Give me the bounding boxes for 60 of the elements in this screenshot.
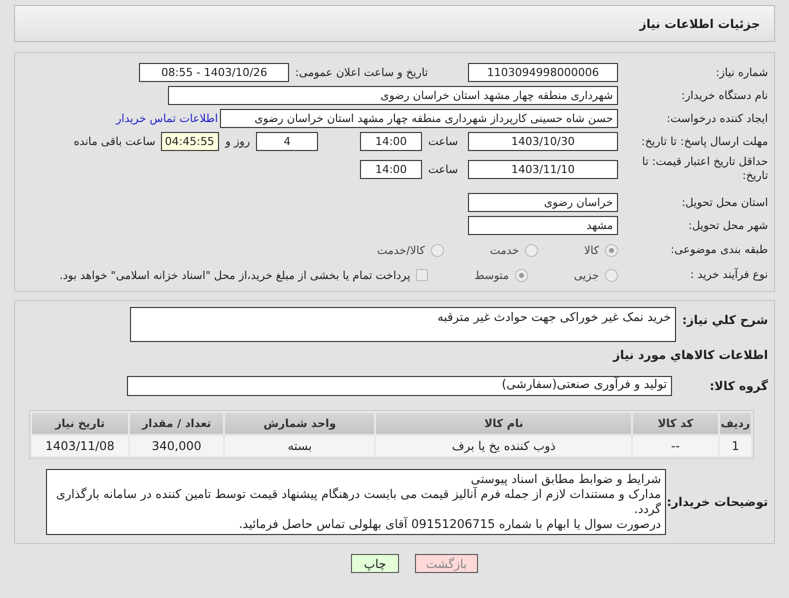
field-label: گروه کالا: <box>708 379 769 393</box>
goods-group-field: تولید و فرآوری صنعتی(سفارشی) <box>127 376 672 396</box>
column-header: نام کالا <box>376 413 632 434</box>
checkbox[interactable] <box>416 269 428 281</box>
description-field: خرید نمک غیر خوراکی جهت حوادث غیر مترقبه <box>130 307 676 342</box>
field-label: ساعت <box>428 162 458 176</box>
print-button[interactable]: چاپ <box>351 554 399 573</box>
remaining-time-field: 04:45:55 <box>161 132 220 151</box>
time-field: 14:00 <box>360 132 422 151</box>
field-label: حداقل تاریخ اعتبار قیمت: تا تاریخ: <box>641 155 769 183</box>
buyer-org-field: شهرداری منطقه چهار مشهد استان خراسان رضوی <box>168 86 618 105</box>
table-cell: بسته <box>225 436 374 456</box>
page-title: جزئیات اطلاعات نیاز <box>639 16 760 30</box>
radio-button[interactable] <box>525 244 538 256</box>
field-label: ساعت <box>428 135 458 148</box>
field-label: نوع فرآیند خرید : <box>689 268 769 282</box>
requester-field: حسن شاه حسینی کارپرداز شهرداری منطقه چهار مشهد استان خراسان رضوی <box>220 109 618 128</box>
field-label: تاریخ و ساعت اعلان عمومی: <box>295 66 428 79</box>
contact-link[interactable]: اطلاعات تماس خریدار <box>116 112 218 125</box>
field-label: طبقه بندی موضوعی: <box>670 243 769 257</box>
field-label: ساعت باقی مانده <box>74 135 156 148</box>
city-field: مشهد <box>468 216 618 235</box>
field-label: استان محل تحویل: <box>680 196 769 210</box>
table-cell: 1 <box>720 436 751 456</box>
field-label: مهلت ارسال پاسخ: تا تاریخ: <box>640 134 769 148</box>
field-label: توضیحات خریدار: <box>668 495 769 509</box>
buyer-notes-field: شرایط و ضوابط مطابق اسناد پیوستی مدارک و مستندات لازم از جمله فرم آنالیز قیمت می بایست درهنگام پیشنهاد قیمت توسط تامین کننده در سامانه بارگذاری گردد. درصورت سوال یا ابهام با شماره 09151206715 آقای بهلولی تماس حاصل فرمائید. <box>46 469 666 535</box>
date-field: 1403/10/30 <box>468 132 618 151</box>
table-cell: 1403/11/08 <box>32 436 128 456</box>
section-title: اطلاعات کالاهاي مورد نياز <box>612 348 769 362</box>
radio-button[interactable] <box>605 268 618 282</box>
column-header: تاریخ نیاز <box>32 413 128 434</box>
table-cell: -- <box>633 436 718 456</box>
time-field: 14:00 <box>360 160 422 178</box>
days-field: 4 <box>256 132 318 151</box>
option-label: خدمت <box>490 244 520 256</box>
need-number-field: 1103094998000006 <box>468 63 618 82</box>
column-header: کد کالا <box>633 413 718 434</box>
option-label: کالا/خدمت <box>377 244 425 256</box>
option-label: جزیی <box>574 268 599 282</box>
field-label: روز و <box>225 135 250 148</box>
radio-button[interactable] <box>430 244 444 256</box>
option-label: پرداخت تمام یا بخشی از مبلغ خرید،از محل "اسناد خزانه اسلامی" خواهد بود. <box>60 268 410 282</box>
announce-date-field: 1403/10/26 - 08:55 <box>139 63 290 82</box>
field-label: شهر محل تحویل: <box>687 218 769 232</box>
field-label: شرح کلي نياز: <box>681 312 769 327</box>
column-header: تعداد / مقدار <box>130 413 224 434</box>
radio-button[interactable] <box>514 268 528 282</box>
option-label: کالا <box>584 244 599 256</box>
province-field: خراسان رضوی <box>468 193 618 212</box>
date-field: 1403/11/10 <box>468 160 618 178</box>
column-header: ردیف <box>720 413 751 434</box>
option-label: متوسط <box>474 268 509 282</box>
field-label: نام دستگاه خریدار: <box>680 88 769 102</box>
table-cell: 340,000 <box>130 436 224 456</box>
table-cell: ذوب کننده یخ یا برف <box>376 436 632 456</box>
field-label: شماره نیاز: <box>714 66 769 80</box>
radio-button[interactable] <box>605 244 618 256</box>
column-header: واحد شمارش <box>225 413 374 434</box>
field-label: ایجاد کننده درخواست: <box>666 112 769 126</box>
